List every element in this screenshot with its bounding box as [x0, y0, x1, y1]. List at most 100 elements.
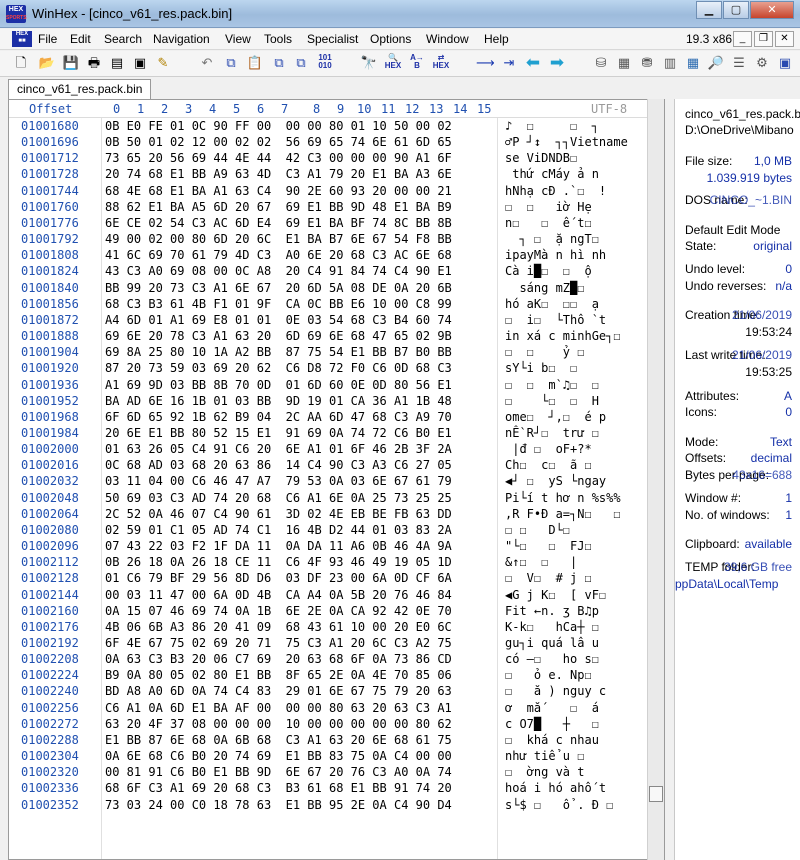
hex-row[interactable]: 01001968 6F 6D 65 92 1B 62 B9 04 2C AA 6D… — [9, 409, 664, 425]
hex-row[interactable]: 01001792 49 00 02 00 80 6D 20 6C E1 BA B7… — [9, 231, 664, 247]
row-hex-bytes[interactable]: 68 6F C3 A1 69 20 68 C3 B3 61 68 E1 BB 9… — [105, 781, 452, 795]
row-hex-bytes[interactable]: 00 81 91 C6 B0 E1 BB 9D 6E 67 20 76 C3 A… — [105, 765, 452, 779]
table-icon[interactable]: ☰ — [730, 54, 748, 72]
hex-row[interactable]: 01002272 63 20 4F 37 08 00 00 00 10 00 00… — [9, 716, 664, 732]
tab-file[interactable]: cinco_v61_res.pack.bin — [8, 79, 152, 99]
calculator-icon[interactable]: ▦ — [684, 54, 702, 72]
row-text[interactable]: ┐ ☐ ặ ngT☐ — [505, 232, 598, 246]
row-hex-bytes[interactable]: C6 A1 0A 6D E1 BA AF 00 00 00 80 63 20 6… — [105, 701, 452, 715]
row-hex-bytes[interactable]: 0A 63 C3 B3 20 06 C7 69 20 63 68 6F 0A 7… — [105, 652, 452, 666]
doc-restore-button[interactable]: ❐ — [754, 31, 773, 47]
row-hex-bytes[interactable]: 68 C3 B3 61 4B F1 01 9F CA 0C BB E6 10 0… — [105, 297, 452, 311]
row-text[interactable]: gu┐i quá lâ u — [505, 636, 599, 650]
row-text[interactable]: s└$ ☐ ổ . Đ ☐ — [505, 798, 613, 812]
hex-row[interactable]: 01002176 4B 06 6B A3 86 20 41 09 68 43 61… — [9, 619, 664, 635]
row-text[interactable]: ☐ V☐ # j ☐ — [505, 571, 592, 585]
row-hex-bytes[interactable]: 73 65 20 56 69 44 4E 44 42 C3 00 00 00 9… — [105, 151, 452, 165]
hex-row[interactable]: 01002048 50 69 03 C3 AD 74 20 68 C6 A1 6E… — [9, 490, 664, 506]
row-text[interactable]: |đ ☐ oF+?* — [505, 442, 591, 456]
disk-tools-icon[interactable]: ⛃ — [638, 54, 656, 72]
row-hex-bytes[interactable]: 49 00 02 00 80 6D 20 6C E1 BA B7 6E 67 5… — [105, 232, 452, 246]
hex-row[interactable]: 01002096 07 43 22 03 F2 1F DA 11 0A DA 11… — [9, 538, 664, 554]
hex-row[interactable]: 01001824 43 C3 A0 69 08 00 0C A8 20 C4 91… — [9, 263, 664, 279]
row-text[interactable]: K-k☐ hCa┼ ☐ — [505, 620, 599, 634]
row-hex-bytes[interactable]: 63 20 4F 37 08 00 00 00 10 00 00 00 00 0… — [105, 717, 452, 731]
row-text[interactable]: sY└i b☐ ☐ — [505, 361, 577, 375]
row-text[interactable]: hNhạ cĐ .`☐ ! — [505, 184, 606, 198]
row-hex-bytes[interactable]: 88 62 E1 BA A5 6D 20 67 69 E1 BB 9D 48 E… — [105, 200, 452, 214]
disk-editor-icon[interactable]: ⛁ — [592, 54, 610, 72]
hex-row[interactable]: 01002000 01 63 26 05 C4 91 C6 20 6E A1 01… — [9, 441, 664, 457]
row-text[interactable]: ◀┘ ☐ yS └ngay — [505, 474, 606, 488]
row-text[interactable]: ☐ ỏ e. Np☐ — [505, 668, 592, 682]
row-hex-bytes[interactable]: 01 C6 79 BF 29 56 8D D6 03 DF 23 00 6A 0… — [105, 571, 452, 585]
row-hex-bytes[interactable]: BA AD 6E 16 1B 01 03 BB 9D 19 01 CA 36 A… — [105, 394, 452, 408]
row-hex-bytes[interactable]: B9 0A 80 05 02 80 E1 BB 8F 65 2E 0A 4E 7… — [105, 668, 452, 682]
row-hex-bytes[interactable]: 03 11 04 00 C6 46 47 A7 79 53 0A 03 6E 6… — [105, 474, 452, 488]
new-file-icon[interactable]: 🗋 — [12, 54, 30, 72]
hex-row[interactable]: 01001776 6E CE 02 54 C3 AC 6D E4 69 E1 BA… — [9, 215, 664, 231]
hex-row[interactable]: 01002192 6F 4E 67 75 02 69 20 71 75 C3 A1… — [9, 635, 664, 651]
close-button[interactable]: ✕ — [750, 1, 794, 19]
row-text[interactable]: ☐ khá c nhau — [505, 733, 599, 747]
hex-row[interactable]: 01001856 68 C3 B3 61 4B F1 01 9F CA 0C BB… — [9, 296, 664, 312]
scrollbar-thumb[interactable] — [649, 786, 663, 802]
tools-edit-icon[interactable]: ✎ — [154, 54, 172, 72]
row-hex-bytes[interactable]: 0B 50 01 02 12 00 02 02 56 69 65 74 6E 6… — [105, 135, 452, 149]
row-hex-bytes[interactable]: 0B E0 FE 01 0C 90 FF 00 00 00 80 01 10 5… — [105, 119, 452, 133]
row-hex-bytes[interactable]: 6F 6D 65 92 1B 62 B9 04 2C AA 6D 47 68 C… — [105, 410, 452, 424]
row-text[interactable]: ☐ ☐ ỷ ☐ — [505, 345, 584, 359]
hex-row[interactable]: 01002336 68 6F C3 A1 69 20 68 C3 B3 61 68… — [9, 780, 664, 796]
doc-close-button[interactable]: ✕ — [775, 31, 794, 47]
row-hex-bytes[interactable]: A1 69 9D 03 BB 8B 70 0D 01 6D 60 0E 0D 8… — [105, 378, 452, 392]
row-text[interactable]: n☐ ☐ ế t☐ — [505, 216, 592, 230]
row-text[interactable]: se ViDNDB☐ — [505, 151, 577, 165]
row-text[interactable]: ☐ ☐ m`♫☐ ☐ — [505, 378, 599, 392]
row-hex-bytes[interactable]: 6F 4E 67 75 02 69 20 71 75 C3 A1 20 6C C… — [105, 636, 452, 650]
row-hex-bytes[interactable]: 01 63 26 05 C4 91 C6 20 6E A1 01 6F 46 2… — [105, 442, 452, 456]
row-hex-bytes[interactable]: 0A 6E 68 C6 B0 20 74 69 E1 BB 83 75 0A C… — [105, 749, 452, 763]
hex-row[interactable]: 01002288 E1 BB 87 6E 68 0A 6B 68 C3 A1 63… — [9, 732, 664, 748]
row-text[interactable]: ,R F•Đ a=┐N☐ ☐ — [505, 507, 621, 521]
row-text[interactable]: như tiể u ☐ — [505, 749, 584, 763]
hex-row[interactable]: 01001744 68 4E 68 E1 BA A1 63 C4 90 2E 60… — [9, 183, 664, 199]
minimize-button[interactable]: ▁ — [696, 1, 722, 19]
row-text[interactable]: ◀G j K☐ [ vF☐ — [505, 588, 606, 602]
row-text[interactable]: ☐ ☐ iờ Hẹ — [505, 200, 592, 214]
row-text[interactable]: ☐ └☐ ☐ H — [505, 394, 599, 408]
open-folder-icon[interactable]: 📂 — [38, 54, 56, 72]
row-hex-bytes[interactable]: 00 03 11 47 00 6A 0D 4B CA A4 0A 5B 20 7… — [105, 588, 452, 602]
row-hex-bytes[interactable]: 20 6E E1 BB 80 52 15 E1 91 69 0A 74 72 C… — [105, 426, 452, 440]
row-text[interactable]: hó aK☐ ☐☐ ạ — [505, 297, 599, 311]
row-text[interactable]: "└☐ ☐ FJ☐ — [505, 539, 592, 553]
hex-row[interactable]: 01002112 0B 26 18 0A 26 18 CE 11 C6 4F 93… — [9, 554, 664, 570]
row-hex-bytes[interactable]: 0C 68 AD 03 68 20 63 86 14 C4 90 C3 A3 C… — [105, 458, 452, 472]
row-text[interactable]: ipayMà n hì nh — [505, 248, 606, 262]
go-to-sector-icon[interactable]: ⇥ — [500, 54, 518, 72]
hex-editor-view[interactable]: Offset UTF-8 0 1 2 3 4 5 6 7 8 9 10 11 12 13 14 15 0100… — [8, 99, 665, 860]
hex-row[interactable]: 01001888 69 6E 20 78 C3 A1 63 20 6D 69 6E… — [9, 328, 664, 344]
undo-icon[interactable]: ↶ — [198, 54, 216, 72]
row-text[interactable]: ♂P ┘↕ ┐┐Vietname — [505, 135, 628, 149]
row-text[interactable]: ☐ ☐ D└☐ — [505, 523, 570, 537]
replace-text-icon[interactable]: A→ B — [408, 54, 426, 72]
back-icon[interactable]: ⬅ — [524, 54, 542, 72]
copy-block-icon[interactable]: ⧉ — [270, 54, 288, 72]
menu-options[interactable]: Options — [370, 32, 411, 46]
row-hex-bytes[interactable]: 69 8A 25 80 10 1A A2 BB 87 75 54 E1 BB B… — [105, 345, 452, 359]
row-text[interactable]: nỀ R┘☐ trư ☐ — [505, 426, 599, 440]
copy-icon[interactable]: ⧉ — [222, 54, 240, 72]
save-icon[interactable]: 💾 — [62, 54, 80, 72]
menu-view[interactable]: View — [225, 32, 251, 46]
row-text[interactable]: Cà i█☐ ☐ ộ — [505, 264, 592, 278]
vertical-scrollbar[interactable] — [647, 99, 664, 860]
find-hex-icon[interactable]: 🔍 HEX — [384, 54, 402, 72]
menu-window[interactable]: Window — [426, 32, 469, 46]
row-text[interactable]: Pi└í t hơ n %s%% — [505, 491, 621, 505]
hex-row[interactable]: 01002144 00 03 11 47 00 6A 0D 4B CA A4 0A… — [9, 587, 664, 603]
hex-row[interactable]: 01001840 BB 99 20 73 C3 A1 6E 67 20 6D 5A… — [9, 280, 664, 296]
help-icon[interactable]: ▣ — [776, 54, 794, 72]
menu-help[interactable]: Help — [484, 32, 509, 46]
row-text[interactable]: ☐ ă ) nguy c — [505, 684, 606, 698]
hex-row[interactable]: 01001760 88 62 E1 BA A5 6D 20 67 69 E1 BB… — [9, 199, 664, 215]
